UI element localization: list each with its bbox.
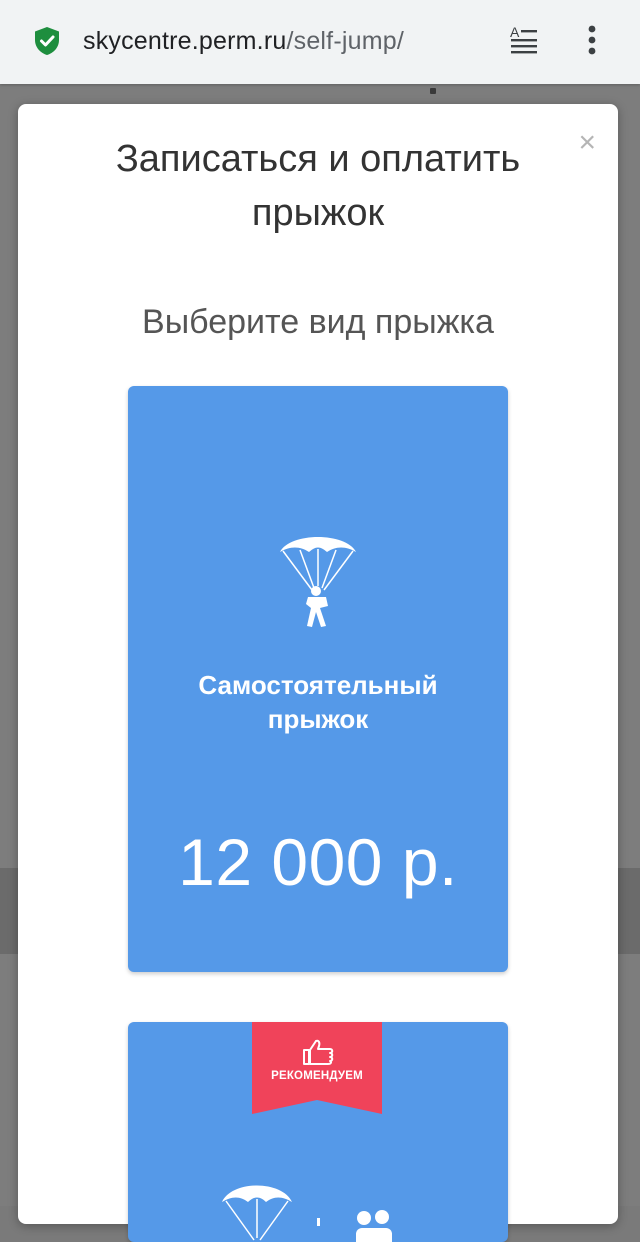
jump-option-name-line-1: Самостоятельный [198,670,438,700]
modal-subtitle: Выберите вид прыжка [142,303,494,341]
jump-option-card-self[interactable]: Самостоятельный прыжок 12 000 р. [128,386,508,972]
jump-option-name-line-2: прыжок [267,704,369,734]
recommended-badge: РЕКОМЕНДУЕМ [252,1022,382,1114]
more-vert-icon[interactable] [580,22,604,58]
thumbs-up-icon [303,1039,334,1065]
url-domain: skycentre.perm.ru [83,27,287,55]
jump-option-name: Самостоятельный прыжок [128,668,508,736]
modal-title-line-1: Записаться и оплатить [115,138,521,180]
svg-text:A: A [510,24,520,40]
browser-address-bar: skycentre.perm.ru/self-jump/ A [0,0,640,84]
jump-option-card-recommended[interactable]: РЕКОМЕНДУЕМ [128,1022,508,1242]
shield-check-icon[interactable] [33,26,61,56]
booking-modal: × Записаться и оплатить прыжок Выберите … [18,104,618,1242]
tandem-parachute-icon [222,1185,392,1242]
recommended-badge-label: РЕКОМЕНДУЕМ [271,1070,363,1082]
modal-title: Записаться и оплатить прыжок [18,132,618,240]
modal-title-line-2: прыжок [251,192,385,234]
background-fragment [430,88,436,94]
parachutist-icon [280,537,356,627]
url-text[interactable]: skycentre.perm.ru/self-jump/ [83,24,404,58]
reader-mode-icon[interactable]: A [508,24,540,56]
jump-option-price: 12 000 р. [178,825,458,899]
url-path: /self-jump/ [286,27,404,55]
